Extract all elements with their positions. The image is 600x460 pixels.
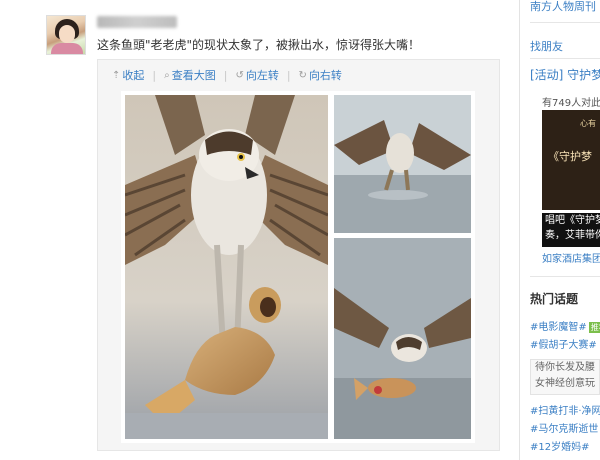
media-toolbar: ⇡ 收起 | ⌕ 查看大图 | ↺ 向左转 | ↻ 向右转 bbox=[112, 66, 342, 84]
sidebar-divider bbox=[530, 276, 600, 277]
toolbar-separator: | bbox=[152, 68, 157, 82]
ad-title: 《守护梦 bbox=[548, 150, 592, 163]
photo-collage[interactable] bbox=[121, 91, 475, 443]
topic-preview-line: 女神经创意玩 bbox=[535, 378, 595, 389]
ad-caption[interactable]: 唱吧《守护梦 奏，艾菲带你 bbox=[542, 213, 600, 247]
avatar-face bbox=[59, 25, 75, 43]
ad-caption-line: 奏，艾菲带你 bbox=[545, 230, 600, 241]
osprey-water-photo[interactable] bbox=[334, 95, 471, 233]
weibo-page: 这条鱼頭"老老虎"的现状太象了，被揪出水，惊讶得张大嘴！ ⇡ 收起 | ⌕ 查看… bbox=[0, 0, 600, 460]
find-friends-link[interactable]: 找朋友 bbox=[530, 38, 563, 54]
collapse-button[interactable]: ⇡ 收起 bbox=[112, 67, 144, 83]
top-link[interactable]: 南方人物周刊 bbox=[530, 0, 596, 14]
osprey-carp-photo[interactable] bbox=[125, 95, 328, 439]
topic-preview-box[interactable]: 待你长发及腰 女神经创意玩 bbox=[530, 359, 600, 395]
post-text: 这条鱼頭"老老虎"的现状太象了，被揪出水，惊讶得张大嘴！ bbox=[97, 38, 421, 52]
topic-link[interactable]: #假胡子大赛# bbox=[530, 336, 597, 351]
osprey-flight-photo[interactable] bbox=[334, 238, 471, 439]
hot-topics-title: 热门话题 bbox=[530, 292, 579, 306]
participant-count: 有749人对此 bbox=[542, 98, 600, 109]
feed-column: 这条鱼頭"老老虎"的现状太象了，被揪出水，惊讶得张大嘴！ ⇡ 收起 | ⌕ 查看… bbox=[0, 0, 520, 460]
rotate-right-icon: ↻ bbox=[298, 69, 307, 81]
rotate-right-button[interactable]: ↻ 向右转 bbox=[299, 67, 342, 83]
blurred-username[interactable] bbox=[97, 16, 177, 28]
rotate-right-label: 向右转 bbox=[308, 69, 342, 82]
activity-title-text: [活动] 守护梦 bbox=[530, 68, 600, 82]
view-large-icon: ⌕ bbox=[164, 69, 170, 81]
activity-title[interactable]: [活动] 守护梦 bbox=[530, 66, 600, 83]
right-sidebar: 南方人物周刊 找朋友 [活动] 守护梦 有749人对此 心有 《守护梦 唱吧《守… bbox=[520, 0, 600, 460]
collapse-label: 收起 bbox=[122, 69, 145, 82]
sponsor-link[interactable]: 如家酒店集团 bbox=[542, 250, 600, 265]
view-large-label: 查看大图 bbox=[171, 69, 216, 82]
view-large-button[interactable]: ⌕ 查看大图 bbox=[164, 67, 216, 83]
ad-caption-line: 唱吧《守护梦 bbox=[545, 215, 600, 226]
ad-corner-text: 心有 bbox=[580, 119, 596, 128]
toolbar-separator: | bbox=[223, 68, 228, 82]
topic-link[interactable]: #马尔克斯逝世 bbox=[530, 420, 598, 435]
activity-ad-image[interactable]: 心有 《守护梦 bbox=[542, 110, 600, 210]
toolbar-separator: | bbox=[286, 68, 291, 82]
avatar-dress bbox=[51, 43, 83, 54]
rotate-left-label: 向左转 bbox=[245, 69, 279, 82]
sidebar-divider bbox=[530, 58, 600, 59]
topic-link[interactable]: #12岁婚妈# bbox=[530, 438, 589, 453]
topic-preview-line: 待你长发及腰 bbox=[535, 362, 595, 373]
topic-link[interactable]: #扫黄打非·净网 bbox=[530, 402, 600, 417]
topic-label: #电影魔智# bbox=[530, 322, 587, 333]
topic-link[interactable]: #电影魔智#推荐 bbox=[530, 318, 600, 333]
media-expanded-box: ⇡ 收起 | ⌕ 查看大图 | ↺ 向左转 | ↻ 向右转 bbox=[97, 59, 500, 451]
rotate-left-button[interactable]: ↺ 向左转 bbox=[235, 67, 278, 83]
sidebar-divider bbox=[530, 22, 600, 23]
avatar[interactable] bbox=[46, 15, 86, 55]
collapse-icon: ⇡ bbox=[112, 69, 121, 81]
rotate-left-icon: ↺ bbox=[235, 69, 244, 81]
hot-tag: 推荐 bbox=[588, 321, 600, 333]
